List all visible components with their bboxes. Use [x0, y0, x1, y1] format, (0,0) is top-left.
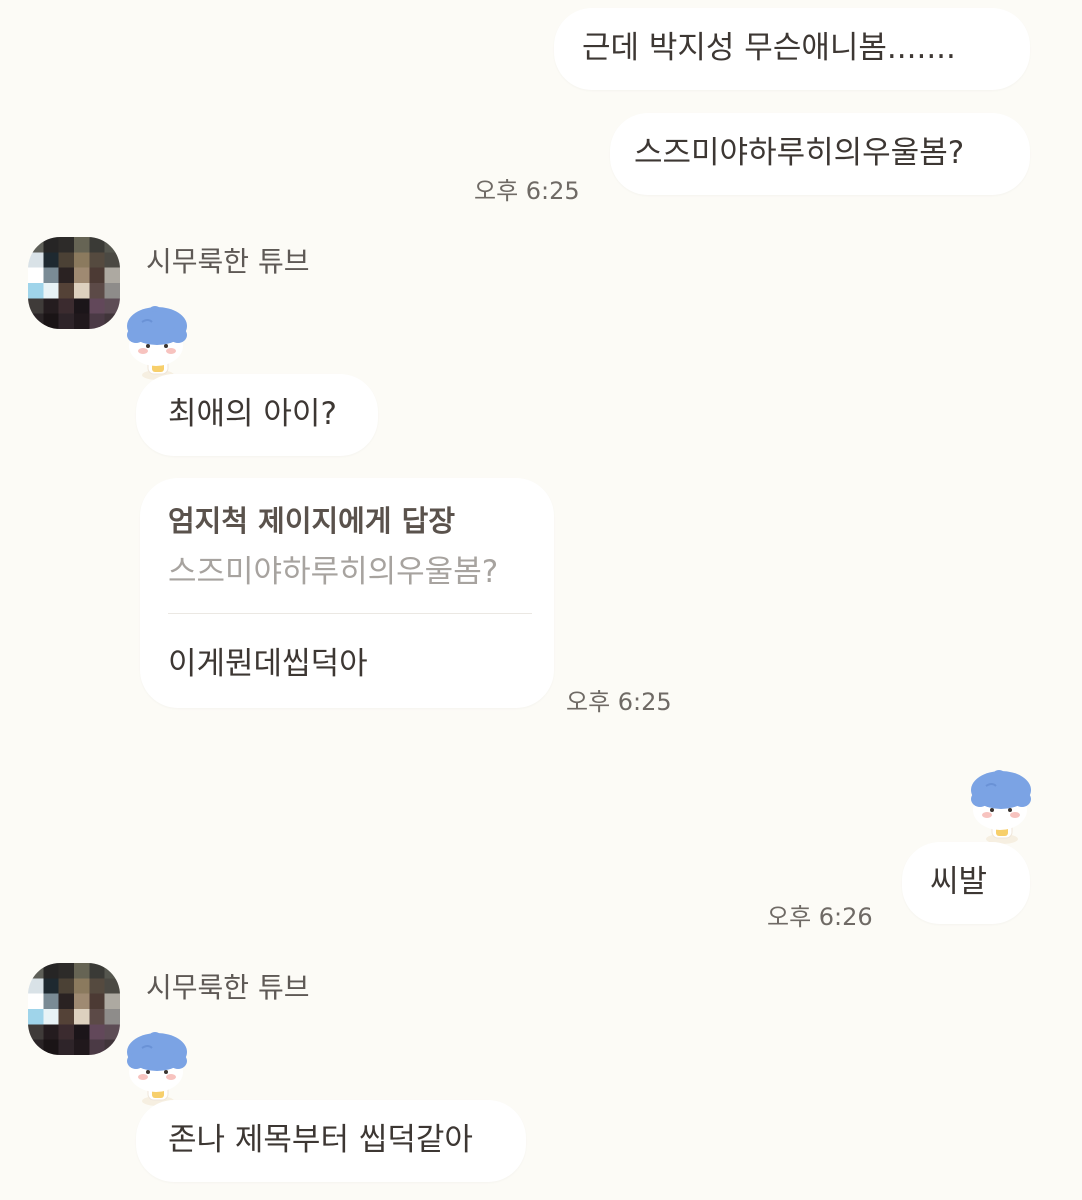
quoted-message[interactable]: 스즈미야하루히의우울봄?	[168, 546, 498, 591]
message-timestamp: 오후 6:25	[474, 177, 580, 205]
message-text: 스즈미야하루히의우울봄?	[634, 135, 965, 171]
message-timestamp: 오후 6:26	[767, 903, 873, 931]
blue-haired-character-emoticon	[127, 1032, 187, 1106]
message-text: 최애의 아이?	[168, 396, 337, 432]
sender-name: 시무룩한 튜브	[146, 971, 310, 1004]
message-text: 존나 제목부터 씹덕같아	[168, 1122, 473, 1158]
incoming-message-bubble[interactable]: 최애의 아이?	[136, 374, 378, 456]
message-text: 씨발	[930, 864, 988, 900]
sender-avatar[interactable]	[28, 237, 120, 329]
reply-divider	[168, 613, 532, 614]
message-timestamp: 오후 6:25	[566, 688, 672, 716]
outgoing-message-bubble[interactable]: 씨발	[902, 842, 1030, 924]
outgoing-message-bubble[interactable]: 근데 박지성 무슨애니봄.......	[554, 8, 1030, 90]
blue-haired-character-emoticon	[971, 770, 1031, 844]
reply-to-label: 엄지척 제이지에게 답장	[168, 504, 455, 538]
blue-haired-character-emoticon	[127, 306, 187, 380]
message-text: 이게뭔데씹덕아	[168, 646, 368, 682]
outgoing-message-bubble[interactable]: 스즈미야하루히의우울봄?	[610, 113, 1030, 195]
sender-avatar[interactable]	[28, 963, 120, 1055]
reply-message-card[interactable]: 엄지척 제이지에게 답장 스즈미야하루히의우울봄? 이게뭔데씹덕아	[140, 478, 554, 708]
incoming-message-bubble[interactable]: 존나 제목부터 씹덕같아	[136, 1100, 526, 1182]
sender-name: 시무룩한 튜브	[146, 245, 310, 278]
message-text: 근데 박지성 무슨애니봄.......	[582, 30, 956, 66]
